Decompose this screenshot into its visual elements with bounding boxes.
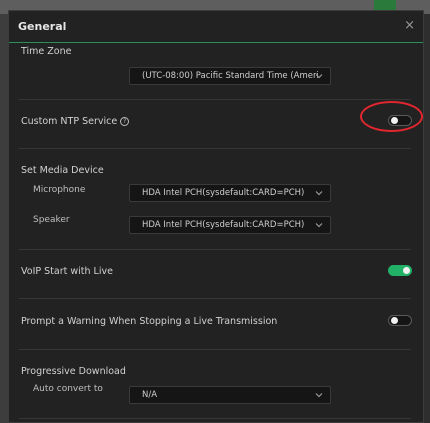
- warning-label: Prompt a Warning When Stopping a Live Tr…: [21, 316, 278, 327]
- background-tab: [374, 0, 396, 10]
- time-zone-select[interactable]: (UTC-08:00) Pacific Standard Time (Ameri…: [129, 67, 331, 85]
- chevron-down-icon: [315, 223, 323, 228]
- progressive-download-label: Progressive Download: [21, 366, 126, 377]
- dialog-title: General: [18, 20, 67, 33]
- auto-convert-value: N/A: [142, 390, 158, 400]
- microphone-value: HDA Intel PCH(sysdefault:CARD=PCH): [142, 188, 305, 198]
- divider: [19, 418, 411, 419]
- toggle-knob: [391, 317, 398, 324]
- custom-ntp-toggle[interactable]: [388, 115, 412, 126]
- speaker-label: Speaker: [33, 215, 70, 225]
- time-zone-label: Time Zone: [21, 46, 72, 57]
- divider: [19, 148, 411, 149]
- auto-convert-label: Auto convert to: [33, 384, 103, 394]
- warning-toggle[interactable]: [388, 315, 412, 326]
- help-circle-icon[interactable]: ?: [120, 117, 130, 126]
- media-device-label: Set Media Device: [21, 165, 104, 176]
- voip-toggle[interactable]: [388, 265, 412, 276]
- chevron-down-icon: [315, 74, 323, 79]
- microphone-label: Microphone: [33, 185, 86, 195]
- microphone-select[interactable]: HDA Intel PCH(sysdefault:CARD=PCH): [129, 184, 331, 202]
- background-left-edge: [0, 14, 8, 423]
- close-icon[interactable]: ×: [404, 18, 415, 33]
- background-right-edge: [424, 14, 430, 423]
- voip-label: VoIP Start with Live: [21, 266, 113, 277]
- toggle-knob: [403, 267, 410, 274]
- general-settings-dialog: General × Time Zone (UTC-08:00) Pacific …: [8, 10, 424, 423]
- chevron-down-icon: [315, 191, 323, 196]
- time-zone-value: (UTC-08:00) Pacific Standard Time (Ameri…: [142, 71, 318, 81]
- speaker-select[interactable]: HDA Intel PCH(sysdefault:CARD=PCH): [129, 216, 331, 234]
- custom-ntp-label: Custom NTP Service?: [21, 116, 130, 127]
- divider: [19, 99, 411, 100]
- auto-convert-select[interactable]: N/A: [129, 386, 331, 404]
- custom-ntp-label-text: Custom NTP Service: [21, 116, 118, 127]
- speaker-value: HDA Intel PCH(sysdefault:CARD=PCH): [142, 220, 305, 230]
- toggle-knob: [391, 117, 398, 124]
- divider: [19, 349, 411, 350]
- divider: [19, 298, 411, 299]
- chevron-down-icon: [315, 393, 323, 398]
- dialog-titlebar: General ×: [9, 11, 423, 43]
- divider: [19, 249, 411, 250]
